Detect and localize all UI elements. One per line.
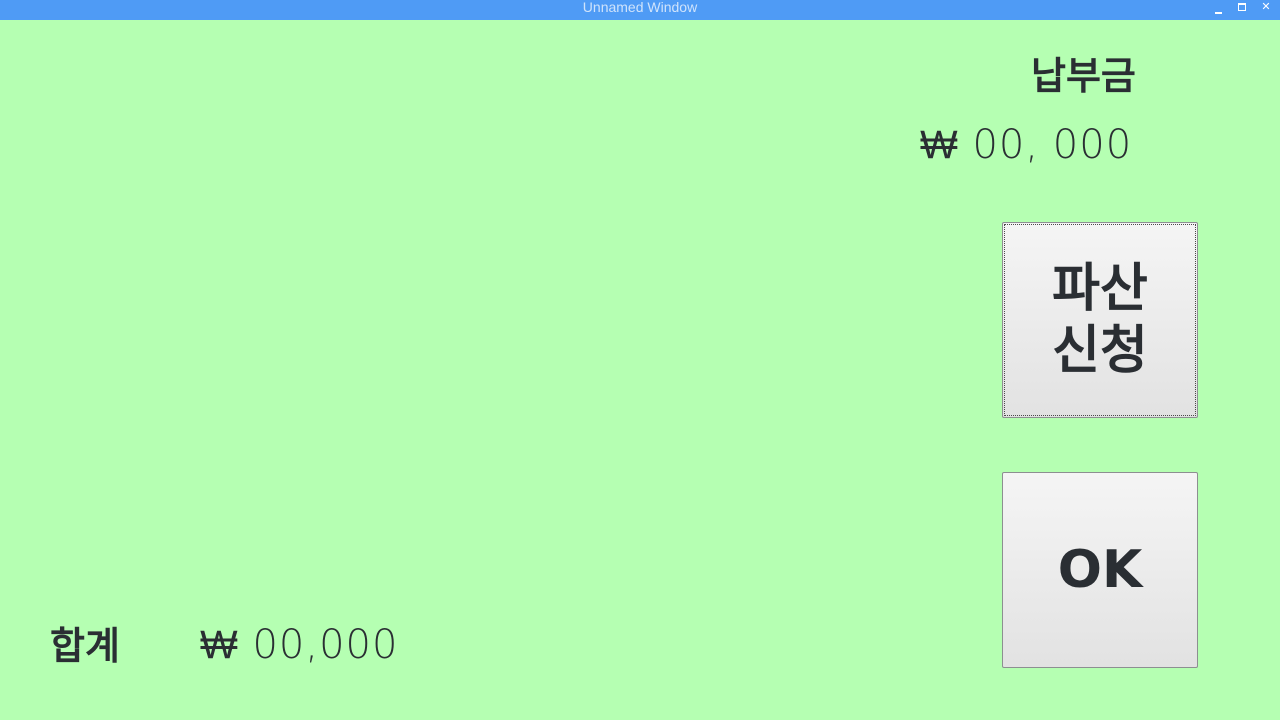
total-label: 합계 [50,624,120,668]
maximize-icon[interactable] [1232,0,1252,14]
title-bar: Unnamed Window ✕ [0,0,1280,20]
ok-button[interactable]: OK [1002,472,1198,668]
window-title: Unnamed Window [582,0,698,15]
close-icon[interactable]: ✕ [1256,0,1276,14]
payment-amount: ₩ 00, 000 [920,122,1133,168]
bankruptcy-application-button[interactable]: 파산 신청 [1002,222,1198,418]
minimize-icon[interactable] [1208,0,1228,14]
total-amount: ₩ 00,000 [200,622,399,668]
payment-label: 납부금 [1031,54,1136,98]
